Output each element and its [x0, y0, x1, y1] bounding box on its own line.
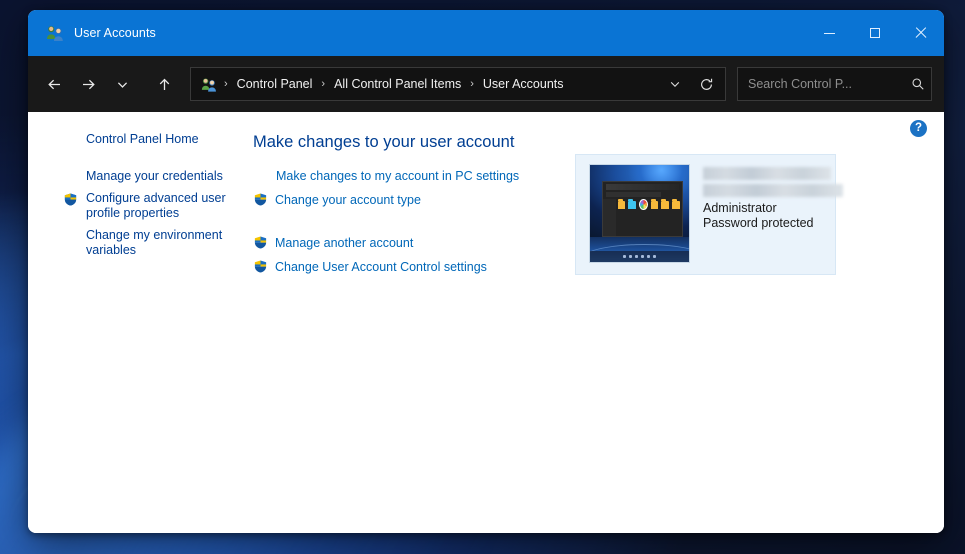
close-button[interactable] [898, 10, 944, 56]
avatar-folder-icons [617, 199, 680, 212]
up-button[interactable] [148, 68, 180, 100]
account-type: Administrator [703, 201, 777, 215]
breadcrumb-separator-1: › [321, 78, 326, 90]
window-controls [806, 10, 944, 56]
taskbar-dot [647, 255, 650, 259]
maximize-icon [870, 28, 880, 38]
sidebar-item-change-my-environment-variables[interactable]: Change my environment variables [86, 226, 236, 260]
minimize-button[interactable] [806, 10, 852, 56]
uac-shield-icon [253, 192, 268, 207]
password-status: Password protected [703, 216, 814, 230]
title-bar: User Accounts [28, 10, 944, 56]
link-manage-another-account[interactable]: Manage another account [275, 235, 413, 252]
breadcrumb: › Control Panel › All Control Panel Item… [199, 74, 661, 94]
avatar-explorer-sidebar [602, 198, 616, 236]
user-accounts-window: User Accounts › Control Panel › All Cont… [28, 10, 944, 533]
sidebar: Control Panel Home Manage your credentia… [28, 112, 250, 533]
folder-icon [672, 199, 680, 210]
minimize-icon [823, 32, 835, 34]
main-panel: Make changes to your user account Make c… [250, 112, 944, 533]
breadcrumb-separator-2: › [470, 78, 474, 90]
avatar[interactable] [589, 164, 690, 263]
account-name-redacted-line-2 [703, 184, 843, 197]
address-bar-actions [661, 70, 723, 98]
link-change-your-account-type[interactable]: Change your account type [275, 192, 421, 209]
uac-shield-icon [253, 259, 268, 274]
account-summary-card: Administrator Password protected [575, 154, 843, 275]
folder-icon [661, 199, 670, 210]
breadcrumb-item-user-accounts[interactable]: User Accounts [477, 74, 570, 94]
navigation-bar: › Control Panel › All Control Panel Item… [28, 56, 944, 112]
uac-shield-icon [253, 235, 268, 250]
close-icon [915, 27, 927, 39]
sidebar-item-control-panel-home[interactable]: Control Panel Home [86, 130, 236, 149]
search-box[interactable] [737, 67, 932, 101]
avatar-explorer-tabstrip [606, 183, 679, 190]
taskbar-dot [623, 255, 626, 259]
avatar-explorer-addressbar [606, 192, 662, 198]
window-title: User Accounts [74, 26, 156, 40]
link-make-changes-to-my-account-in-pc-settings[interactable]: Make changes to my account in PC setting… [276, 168, 519, 185]
taskbar-dot [635, 255, 638, 259]
forward-button[interactable] [72, 68, 104, 100]
page-title: Make changes to your user account [253, 133, 515, 151]
breadcrumb-separator-0: › [224, 78, 228, 90]
user-accounts-icon [46, 25, 64, 41]
sidebar-row-advanced-profile: Configure advanced user profile properti… [28, 189, 240, 223]
link-change-user-account-control-settings[interactable]: Change User Account Control settings [275, 259, 487, 276]
breadcrumb-item-all-control-panel-items[interactable]: All Control Panel Items [328, 74, 467, 94]
uac-shield-icon [63, 192, 78, 207]
avatar-explorer-window [601, 180, 684, 237]
sidebar-item-configure-advanced-user-profile-properties[interactable]: Configure advanced user profile properti… [86, 189, 236, 223]
title-bar-left: User Accounts [28, 25, 156, 41]
search-icon[interactable] [909, 77, 925, 91]
account-name-redacted-line-1 [703, 167, 831, 180]
breadcrumb-item-control-panel[interactable]: Control Panel [231, 74, 319, 94]
sidebar-task-group: Manage your credentials Configure advanc… [28, 167, 240, 260]
recent-locations-button[interactable] [106, 68, 138, 100]
taskbar-dot [641, 255, 644, 259]
taskbar-dot [653, 255, 656, 259]
address-dropdown-button[interactable] [661, 70, 689, 98]
avatar-taskbar [590, 251, 689, 262]
content-area: ? Control Panel Home Manage your credent… [28, 112, 944, 533]
taskbar-dot [629, 255, 632, 259]
color-wheel-icon [639, 199, 648, 211]
sidebar-item-manage-your-credentials[interactable]: Manage your credentials [86, 167, 236, 186]
control-panel-icon[interactable] [199, 77, 221, 92]
folder-icon [617, 199, 626, 210]
search-input[interactable] [748, 77, 909, 91]
folder-icon [628, 199, 637, 210]
sidebar-row-manage-credentials: Manage your credentials [28, 167, 240, 186]
maximize-button[interactable] [852, 10, 898, 56]
folder-icon [650, 199, 659, 210]
address-bar[interactable]: › Control Panel › All Control Panel Item… [190, 67, 726, 101]
back-button[interactable] [38, 68, 70, 100]
account-info: Administrator Password protected [703, 164, 843, 231]
sidebar-row-environment-variables: Change my environment variables [28, 226, 240, 260]
refresh-button[interactable] [689, 70, 723, 98]
